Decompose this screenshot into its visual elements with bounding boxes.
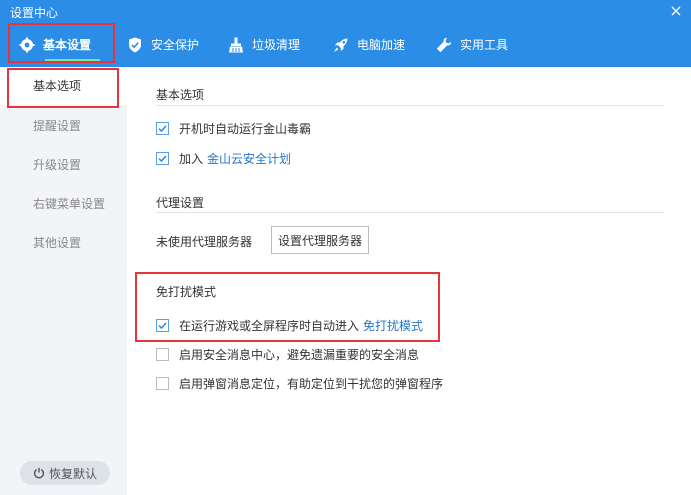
set-proxy-button[interactable]: 设置代理服务器 [271, 226, 369, 254]
sidebar-item-other[interactable]: 其他设置 [0, 224, 127, 262]
broom-icon [228, 37, 244, 53]
tab-pc-speedup[interactable]: 电脑加速 [333, 22, 405, 67]
wrench-icon [436, 37, 452, 53]
sidebar-item-reminder[interactable]: 提醒设置 [0, 107, 127, 145]
sidebar-item-basic-options[interactable]: 基本选项 [0, 67, 127, 105]
rocket-icon [333, 37, 349, 53]
popup-locate-checkbox[interactable] [156, 377, 169, 390]
popup-locate-label: 启用弹窗消息定位，有助定位到干扰您的弹窗程序 [179, 377, 444, 391]
dnd-auto-label: 在运行游戏或全屏程序时自动进入 [179, 319, 360, 333]
checkmark-icon [158, 125, 167, 133]
tab-security[interactable]: 安全保护 [127, 22, 199, 67]
tab-junk-clean[interactable]: 垃圾清理 [228, 22, 300, 67]
settings-panel: 基本选项 开机时自动运行金山毒霸 加入 金山云安全计划 代理设置 未使用代理服务… [127, 67, 691, 495]
cloud-security-label: 加入 [179, 152, 204, 166]
dnd-mode-link[interactable]: 免打扰模式 [363, 317, 423, 334]
sidebar-item-upgrade[interactable]: 升级设置 [0, 146, 127, 184]
message-center-checkbox[interactable] [156, 348, 169, 361]
autorun-checkbox[interactable] [156, 122, 169, 135]
tab-bar: 基本设置 安全保护 垃圾清理 电脑加速 实用工具 [0, 22, 691, 67]
cloud-security-link[interactable]: 金山云安全计划 [207, 150, 291, 167]
gear-icon [19, 37, 35, 53]
tab-label: 安全保护 [151, 38, 200, 52]
section-title-dnd: 免打扰模式 [156, 285, 217, 299]
dnd-option-2: 启用安全消息中心，避免遗漏重要的安全消息 [156, 346, 419, 363]
close-icon [671, 6, 681, 16]
tab-label: 垃圾清理 [252, 38, 301, 52]
dnd-auto-checkbox[interactable] [156, 319, 169, 332]
tab-label: 基本设置 [43, 38, 92, 52]
section-title-basic: 基本选项 [156, 88, 205, 102]
section-title-proxy: 代理设置 [156, 196, 205, 210]
dnd-option-1: 在运行游戏或全屏程序时自动进入 免打扰模式 [156, 317, 423, 334]
proxy-status: 未使用代理服务器 [156, 235, 253, 249]
shield-icon [127, 37, 143, 53]
active-tab-indicator [45, 59, 100, 61]
window-title: 设置中心 [10, 6, 59, 20]
power-icon [33, 467, 45, 479]
tab-label: 电脑加速 [357, 38, 406, 52]
restore-defaults-button[interactable]: 恢复默认 [20, 461, 110, 485]
title-bar: 设置中心 基本设置 安全保护 垃圾清理 电脑加速 实用工具 [0, 0, 691, 67]
divider [156, 105, 664, 106]
cloud-option: 加入 金山云安全计划 [156, 150, 291, 167]
divider [156, 212, 664, 213]
restore-defaults-label: 恢复默认 [48, 466, 97, 481]
tab-label: 实用工具 [460, 38, 509, 52]
autorun-label: 开机时自动运行金山毒霸 [179, 122, 312, 136]
checkmark-icon [158, 155, 167, 163]
tab-utilities[interactable]: 实用工具 [436, 22, 508, 67]
checkmark-icon [158, 322, 167, 330]
close-button[interactable] [667, 2, 685, 20]
message-center-label: 启用安全消息中心，避免遗漏重要的安全消息 [179, 348, 420, 362]
dnd-option-3: 启用弹窗消息定位，有助定位到干扰您的弹窗程序 [156, 375, 443, 392]
autorun-option: 开机时自动运行金山毒霸 [156, 120, 311, 137]
sidebar-item-context-menu[interactable]: 右键菜单设置 [0, 185, 127, 223]
sidebar: 基本选项 提醒设置 升级设置 右键菜单设置 其他设置 恢复默认 [0, 67, 127, 495]
cloud-security-checkbox[interactable] [156, 152, 169, 165]
